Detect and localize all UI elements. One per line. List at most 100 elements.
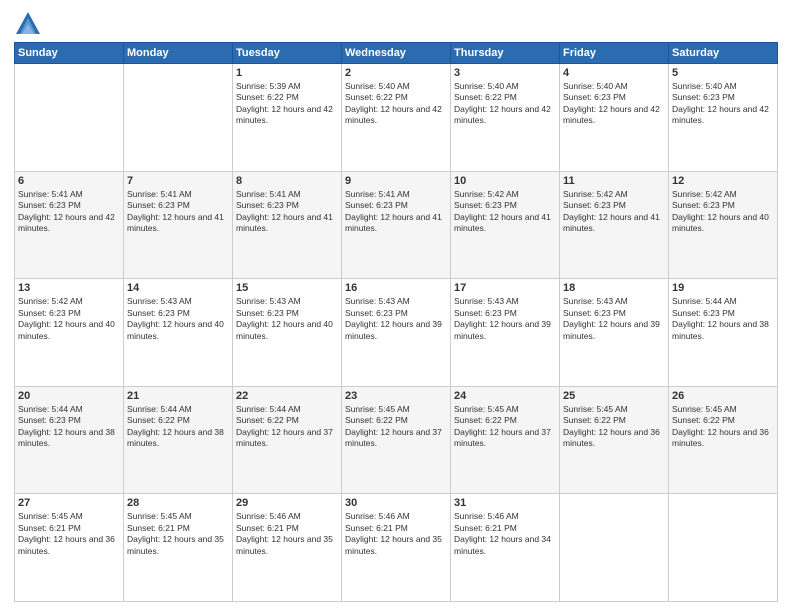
day-number: 18	[563, 282, 665, 294]
day-info: Sunrise: 5:44 AM Sunset: 6:22 PM Dayligh…	[236, 404, 338, 450]
calendar-cell: 7 Sunrise: 5:41 AM Sunset: 6:23 PM Daylig…	[124, 171, 233, 279]
day-info: Sunrise: 5:42 AM Sunset: 6:23 PM Dayligh…	[563, 189, 665, 235]
calendar-cell: 1Sunrise: 5:39 AM Sunset: 6:22 PM Daylig…	[233, 64, 342, 172]
day-number: 26	[672, 390, 774, 402]
calendar-cell: 12 Sunrise: 5:42 AM Sunset: 6:23 PM Dayli…	[669, 171, 778, 279]
day-number: 13	[18, 282, 120, 294]
calendar-cell: 5Sunrise: 5:40 AM Sunset: 6:23 PM Daylig…	[669, 64, 778, 172]
calendar-cell: 29Sunrise: 5:46 AM Sunset: 6:21 PM Dayli…	[233, 494, 342, 602]
day-number: 27	[18, 497, 120, 509]
day-number: 9	[345, 175, 447, 187]
day-info: Sunrise: 5:41 AM Sunset: 6:23 PM Dayligh…	[236, 189, 338, 235]
day-info: Sunrise: 5:43 AM Sunset: 6:23 PM Dayligh…	[236, 296, 338, 342]
day-info: Sunrise: 5:42 AM Sunset: 6:23 PM Dayligh…	[672, 189, 774, 235]
day-header-thursday: Thursday	[451, 43, 560, 64]
day-info: Sunrise: 5:45 AM Sunset: 6:22 PM Dayligh…	[563, 404, 665, 450]
calendar-cell: 19 Sunrise: 5:44 AM Sunset: 6:23 PM Dayli…	[669, 279, 778, 387]
day-info: Sunrise: 5:44 AM Sunset: 6:23 PM Dayligh…	[18, 404, 120, 450]
day-number: 19	[672, 282, 774, 294]
day-number: 2	[345, 67, 447, 79]
calendar-cell: 25 Sunrise: 5:45 AM Sunset: 6:22 PM Dayli…	[560, 386, 669, 494]
day-info: Sunrise: 5:41 AM Sunset: 6:23 PM Dayligh…	[345, 189, 447, 235]
day-info: Sunrise: 5:42 AM Sunset: 6:23 PM Dayligh…	[454, 189, 556, 235]
day-info: Sunrise: 5:43 AM Sunset: 6:23 PM Dayligh…	[563, 296, 665, 342]
calendar-cell: 22 Sunrise: 5:44 AM Sunset: 6:22 PM Dayli…	[233, 386, 342, 494]
day-info: Sunrise: 5:44 AM Sunset: 6:22 PM Dayligh…	[127, 404, 229, 450]
logo-icon	[14, 10, 42, 38]
calendar-cell: 20 Sunrise: 5:44 AM Sunset: 6:23 PM Dayli…	[15, 386, 124, 494]
day-info: Sunrise: 5:41 AM Sunset: 6:23 PM Dayligh…	[127, 189, 229, 235]
calendar-header-row: SundayMondayTuesdayWednesdayThursdayFrid…	[15, 43, 778, 64]
day-number: 7	[127, 175, 229, 187]
calendar-cell: 9 Sunrise: 5:41 AM Sunset: 6:23 PM Daylig…	[342, 171, 451, 279]
calendar-cell: 8 Sunrise: 5:41 AM Sunset: 6:23 PM Daylig…	[233, 171, 342, 279]
day-info: Sunrise: 5:43 AM Sunset: 6:23 PM Dayligh…	[127, 296, 229, 342]
day-info: Sunrise: 5:43 AM Sunset: 6:23 PM Dayligh…	[345, 296, 447, 342]
day-info: Sunrise: 5:46 AM Sunset: 6:21 PM Dayligh…	[454, 511, 556, 557]
day-number: 10	[454, 175, 556, 187]
day-header-saturday: Saturday	[669, 43, 778, 64]
calendar-cell: 6Sunrise: 5:41 AM Sunset: 6:23 PM Daylig…	[15, 171, 124, 279]
day-number: 4	[563, 67, 665, 79]
day-info: Sunrise: 5:45 AM Sunset: 6:22 PM Dayligh…	[672, 404, 774, 450]
calendar-cell: 30Sunrise: 5:46 AM Sunset: 6:21 PM Dayli…	[342, 494, 451, 602]
day-number: 12	[672, 175, 774, 187]
day-number: 20	[18, 390, 120, 402]
day-info: Sunrise: 5:39 AM Sunset: 6:22 PM Dayligh…	[236, 81, 338, 127]
calendar-week-4: 20 Sunrise: 5:44 AM Sunset: 6:23 PM Dayli…	[15, 386, 778, 494]
day-number: 31	[454, 497, 556, 509]
day-number: 8	[236, 175, 338, 187]
day-info: Sunrise: 5:45 AM Sunset: 6:21 PM Dayligh…	[18, 511, 120, 557]
calendar-cell	[15, 64, 124, 172]
day-number: 25	[563, 390, 665, 402]
calendar-cell: 4 Sunrise: 5:40 AM Sunset: 6:23 PM Daylig…	[560, 64, 669, 172]
day-number: 3	[454, 67, 556, 79]
day-number: 6	[18, 175, 120, 187]
logo	[14, 10, 46, 38]
day-number: 11	[563, 175, 665, 187]
day-number: 14	[127, 282, 229, 294]
calendar-week-3: 13 Sunrise: 5:42 AM Sunset: 6:23 PM Dayli…	[15, 279, 778, 387]
day-header-sunday: Sunday	[15, 43, 124, 64]
day-number: 15	[236, 282, 338, 294]
day-number: 5	[672, 67, 774, 79]
day-number: 17	[454, 282, 556, 294]
calendar-cell: 26 Sunrise: 5:45 AM Sunset: 6:22 PM Dayli…	[669, 386, 778, 494]
day-info: Sunrise: 5:40 AM Sunset: 6:23 PM Dayligh…	[563, 81, 665, 127]
calendar-cell: 2Sunrise: 5:40 AM Sunset: 6:22 PM Daylig…	[342, 64, 451, 172]
day-header-monday: Monday	[124, 43, 233, 64]
calendar-cell: 24Sunrise: 5:45 AM Sunset: 6:22 PM Dayli…	[451, 386, 560, 494]
calendar-cell: 13 Sunrise: 5:42 AM Sunset: 6:23 PM Dayli…	[15, 279, 124, 387]
calendar-cell: 21 Sunrise: 5:44 AM Sunset: 6:22 PM Dayli…	[124, 386, 233, 494]
day-number: 21	[127, 390, 229, 402]
header	[14, 10, 778, 38]
day-info: Sunrise: 5:44 AM Sunset: 6:23 PM Dayligh…	[672, 296, 774, 342]
calendar-week-2: 6 Sunrise: 5:41 AM Sunset: 6:23 PM Daylig…	[15, 171, 778, 279]
calendar-table: SundayMondayTuesdayWednesdayThursdayFrid…	[14, 42, 778, 602]
day-header-wednesday: Wednesday	[342, 43, 451, 64]
calendar-cell: 15 Sunrise: 5:43 AM Sunset: 6:23 PM Dayli…	[233, 279, 342, 387]
day-info: Sunrise: 5:45 AM Sunset: 6:21 PM Dayligh…	[127, 511, 229, 557]
calendar-cell: 14 Sunrise: 5:43 AM Sunset: 6:23 PM Dayli…	[124, 279, 233, 387]
page: SundayMondayTuesdayWednesdayThursdayFrid…	[0, 0, 792, 612]
day-header-friday: Friday	[560, 43, 669, 64]
calendar-cell: 28 Sunrise: 5:45 AM Sunset: 6:21 PM Dayli…	[124, 494, 233, 602]
calendar-cell: 31 Sunrise: 5:46 AM Sunset: 6:21 PM Dayli…	[451, 494, 560, 602]
calendar-cell: 23 Sunrise: 5:45 AM Sunset: 6:22 PM Dayli…	[342, 386, 451, 494]
day-number: 28	[127, 497, 229, 509]
day-info: Sunrise: 5:46 AM Sunset: 6:21 PM Dayligh…	[236, 511, 338, 557]
day-info: Sunrise: 5:45 AM Sunset: 6:22 PM Dayligh…	[345, 404, 447, 450]
calendar-cell	[669, 494, 778, 602]
calendar-cell: 3Sunrise: 5:40 AM Sunset: 6:22 PM Daylig…	[451, 64, 560, 172]
day-number: 22	[236, 390, 338, 402]
day-header-tuesday: Tuesday	[233, 43, 342, 64]
day-number: 23	[345, 390, 447, 402]
calendar-cell: 10 Sunrise: 5:42 AM Sunset: 6:23 PM Dayli…	[451, 171, 560, 279]
day-number: 24	[454, 390, 556, 402]
day-number: 16	[345, 282, 447, 294]
calendar-week-1: 1Sunrise: 5:39 AM Sunset: 6:22 PM Daylig…	[15, 64, 778, 172]
day-info: Sunrise: 5:43 AM Sunset: 6:23 PM Dayligh…	[454, 296, 556, 342]
day-info: Sunrise: 5:46 AM Sunset: 6:21 PM Dayligh…	[345, 511, 447, 557]
day-info: Sunrise: 5:42 AM Sunset: 6:23 PM Dayligh…	[18, 296, 120, 342]
calendar-cell	[124, 64, 233, 172]
